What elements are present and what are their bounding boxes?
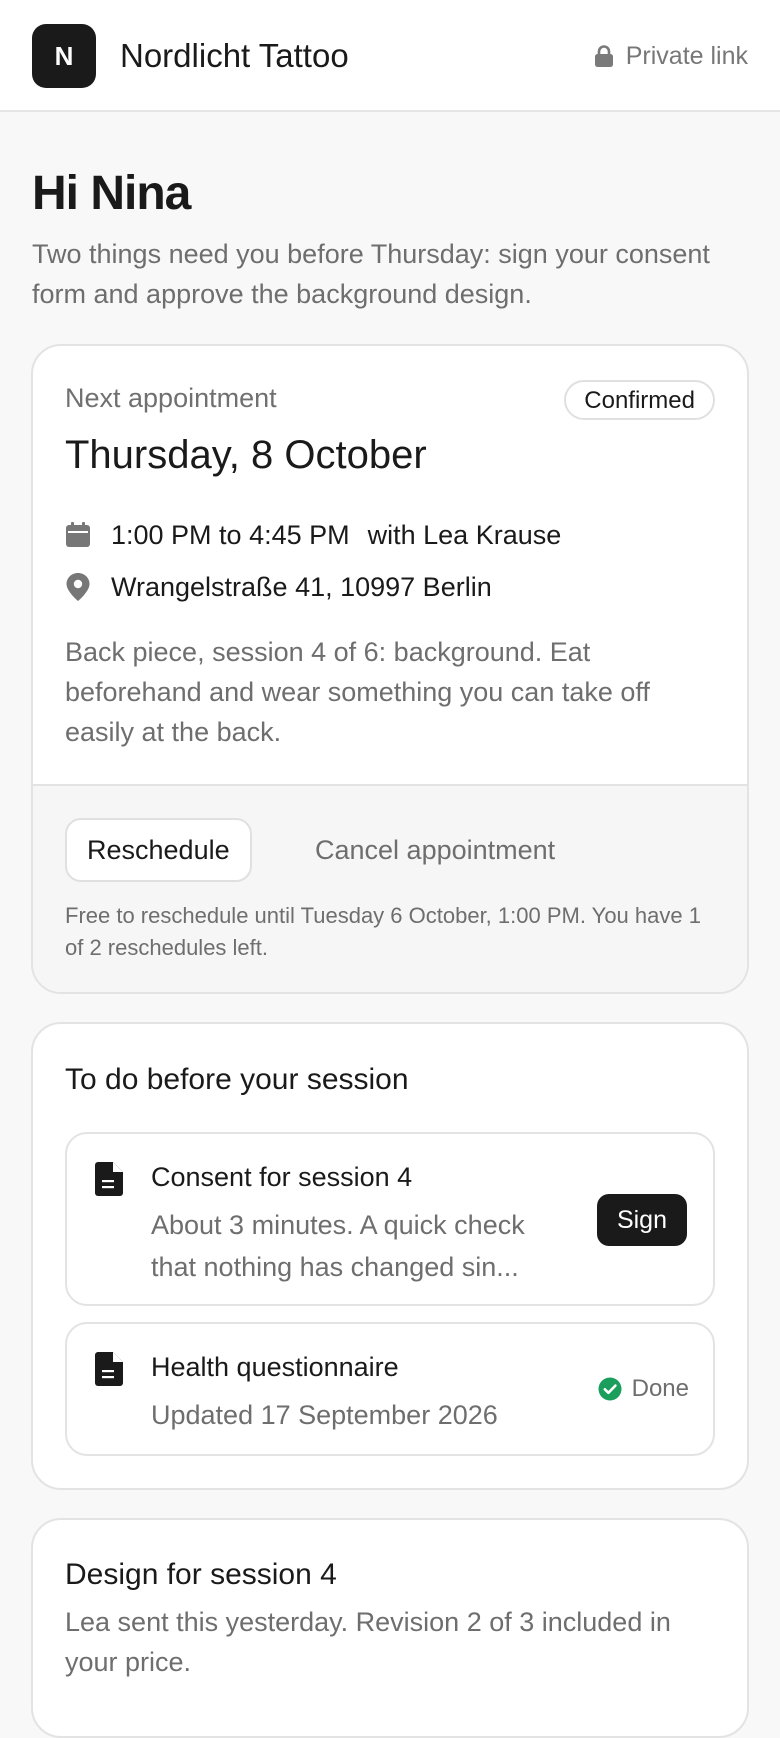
todo-title: To do before your session — [65, 1063, 409, 1096]
todo-card: To do before your session Consent for se… — [31, 1022, 749, 1490]
check-circle-icon — [598, 1377, 622, 1401]
status-badge: Confirmed — [564, 380, 715, 420]
appointment-time: 1:00 PM to 4:45 PM — [111, 520, 350, 550]
appointment-address: Wrangelstraße 41, 10997 Berlin — [111, 572, 492, 602]
appointment-card: Next appointment Confirmed Thursday, 8 O… — [31, 344, 749, 994]
task-title: Health questionnaire — [151, 1352, 399, 1382]
document-icon — [95, 1352, 123, 1386]
appointment-label: Next appointment — [65, 383, 277, 413]
studio-name: Nordlicht Tattoo — [120, 37, 349, 74]
task-title: Consent for session 4 — [151, 1162, 413, 1192]
studio-logo: N — [32, 24, 96, 88]
lock-icon — [594, 45, 614, 67]
appointment-location-row: Wrangelstraße 41, 10997 Berlin — [65, 568, 492, 606]
task-description: Updated 17 September 2026 — [151, 1400, 498, 1430]
task-description: About 3 minutes. A quick check that noth… — [151, 1210, 525, 1282]
greeting-message: Two things need you before Thursday: sig… — [32, 239, 710, 309]
appointment-note: Back piece, session 4 of 6: background. … — [65, 637, 650, 747]
task-consent: Consent for session 4 About 3 minutes. A… — [65, 1132, 715, 1306]
appointment-date: Thursday, 8 October — [65, 433, 427, 477]
greeting-title: Hi Nina — [32, 167, 191, 220]
done-label: Done — [631, 1375, 689, 1402]
task-health-questionnaire[interactable]: Health questionnaire Updated 17 Septembe… — [65, 1322, 715, 1456]
design-title: Design for session 4 — [65, 1558, 337, 1591]
map-pin-icon — [65, 572, 91, 602]
calendar-icon — [65, 522, 91, 548]
appointment-actions: Reschedule Cancel appointment Free to re… — [33, 784, 747, 992]
app-header: N Nordlicht Tattoo Private link — [0, 0, 780, 112]
appointment-artist: with Lea Krause — [367, 520, 562, 550]
task-done-status: Done — [598, 1370, 689, 1408]
private-link-indicator: Private link — [594, 38, 748, 74]
appointment-time-row: 1:00 PM to 4:45 PM with Lea Krause — [65, 516, 561, 554]
reschedule-button[interactable]: Reschedule — [65, 818, 252, 882]
document-icon — [95, 1162, 123, 1196]
private-link-label: Private link — [625, 42, 748, 70]
sign-button[interactable]: Sign — [596, 1194, 687, 1246]
design-description: Lea sent this yesterday. Revision 2 of 3… — [65, 1607, 671, 1677]
design-card: Design for session 4 Lea sent this yeste… — [31, 1518, 749, 1738]
cancel-appointment-button[interactable]: Cancel appointment — [303, 818, 567, 882]
reschedule-policy: Free to reschedule until Tuesday 6 Octob… — [65, 903, 701, 960]
